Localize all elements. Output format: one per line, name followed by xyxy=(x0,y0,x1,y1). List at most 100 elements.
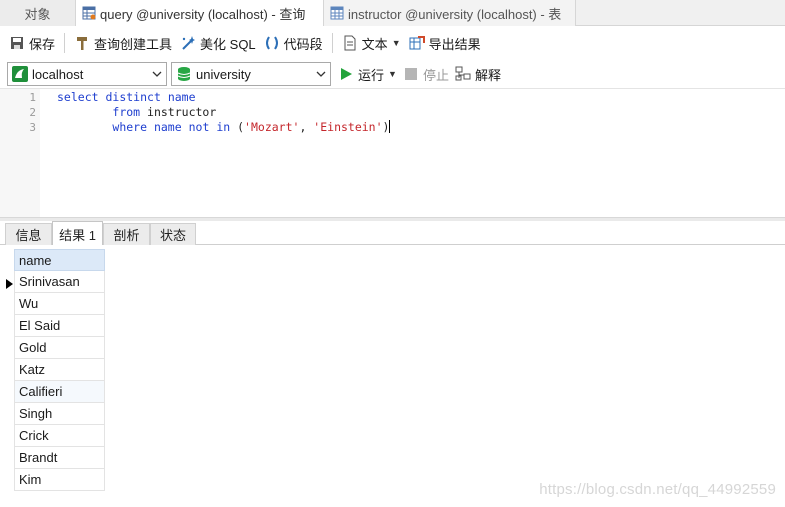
connection-select[interactable]: localhost xyxy=(7,62,167,86)
table-row[interactable]: Kim xyxy=(14,469,105,491)
run-label: 运行 xyxy=(358,67,385,83)
tab-table-instructor[interactable]: instructor @university (localhost) - 表 xyxy=(324,0,576,26)
text-menu-button[interactable]: 文本 ▼ xyxy=(338,31,405,55)
parentheses-icon xyxy=(265,36,278,50)
table-icon xyxy=(330,6,344,20)
cell-name: El Said xyxy=(19,318,61,333)
table-row[interactable]: Singh xyxy=(14,403,105,425)
magic-wand-icon xyxy=(182,36,196,50)
sql-identifier: name xyxy=(153,120,182,134)
chevron-down-icon: ▼ xyxy=(388,69,397,79)
code-snippet-button[interactable]: 代码段 xyxy=(260,31,327,55)
connection-toolbar: localhost university 运行 ▼ 停止 解释 xyxy=(0,59,785,89)
tab-profile[interactable]: 剖析 xyxy=(103,223,150,245)
tab-status-label: 状态 xyxy=(159,228,186,243)
cell-name: Califieri xyxy=(19,384,63,399)
sql-punct: , xyxy=(299,120,314,134)
sql-editor[interactable]: 1 2 3 select distinct name from instruct… xyxy=(0,89,785,217)
code-line-1: select distinct name xyxy=(57,90,196,105)
save-button[interactable]: 保存 xyxy=(5,31,59,55)
result-tab-bar: 信息 剖析 状态 结果 1 xyxy=(0,221,785,246)
line-number-gutter: 1 2 3 xyxy=(0,89,40,217)
document-icon xyxy=(344,35,356,51)
cell-name: Srinivasan xyxy=(19,274,80,289)
chevron-down-icon xyxy=(152,71,162,77)
export-results-button[interactable]: 导出结果 xyxy=(405,31,485,55)
database-select[interactable]: university xyxy=(171,62,331,86)
toolbar-divider xyxy=(331,33,333,53)
tab-table-label: instructor @university (localhost) - 表 xyxy=(348,6,562,22)
tab-query[interactable]: query @university (localhost) - 查询 xyxy=(76,0,324,26)
cell-name: Brandt xyxy=(19,450,58,465)
table-row[interactable]: Brandt xyxy=(14,447,105,469)
stop-label: 停止 xyxy=(423,67,450,83)
query-icon xyxy=(82,6,96,20)
tab-objects[interactable]: 对象 xyxy=(0,0,76,26)
run-button[interactable]: 运行 ▼ xyxy=(339,63,397,85)
database-value: university xyxy=(196,66,251,82)
result-grid: name Srinivasan Wu El Said Gold Katz Cal… xyxy=(0,245,785,507)
sql-keyword: in xyxy=(216,120,231,134)
code-line-2: from instructor xyxy=(57,105,216,120)
table-row[interactable]: Srinivasan xyxy=(14,271,105,293)
sql-keyword: distinct xyxy=(105,90,161,104)
sql-keyword: where xyxy=(112,120,148,134)
table-row[interactable]: Wu xyxy=(14,293,105,315)
tab-result-1-label: 结果 1 xyxy=(59,227,96,243)
text-menu-label: 文本 xyxy=(361,36,388,52)
cell-name: Crick xyxy=(19,428,49,443)
tab-result-1[interactable]: 结果 1 xyxy=(52,221,103,246)
tab-query-label: query @university (localhost) - 查询 xyxy=(100,6,306,22)
beautify-sql-button[interactable]: 美化 SQL xyxy=(176,31,260,55)
table-row[interactable]: Califieri xyxy=(14,381,105,403)
export-icon xyxy=(409,36,425,50)
connection-value: localhost xyxy=(32,66,84,82)
hammer-icon xyxy=(77,37,88,50)
sql-keyword: select xyxy=(57,90,99,104)
column-header-name[interactable]: name xyxy=(14,249,105,271)
query-builder-label: 查询创建工具 xyxy=(94,36,173,52)
column-header-label: name xyxy=(19,252,52,268)
play-icon xyxy=(341,68,352,80)
editor-toolbar: 保存 查询创建工具 美化 SQL 代码段 文本 ▼ 导出结果 xyxy=(0,27,785,59)
sql-string: 'Mozart' xyxy=(244,120,300,134)
cell-name: Singh xyxy=(19,406,53,421)
line-number: 1 xyxy=(29,91,36,104)
text-cursor xyxy=(389,120,391,133)
stop-icon xyxy=(405,68,417,80)
sql-keyword: not xyxy=(188,120,210,134)
query-builder-button[interactable]: 查询创建工具 xyxy=(70,31,176,55)
sql-keyword: from xyxy=(112,105,141,119)
table-row[interactable]: El Said xyxy=(14,315,105,337)
sql-string: 'Einstein' xyxy=(313,120,383,134)
connection-icon xyxy=(12,66,28,82)
tab-objects-label: 对象 xyxy=(24,6,51,22)
beautify-sql-label: 美化 SQL xyxy=(200,36,256,52)
sql-punct: ( xyxy=(237,120,245,134)
toolbar-divider xyxy=(64,33,66,53)
explain-label: 解释 xyxy=(475,67,502,83)
line-number: 3 xyxy=(29,121,36,134)
table-row[interactable]: Crick xyxy=(14,425,105,447)
tab-info-label: 信息 xyxy=(15,228,42,243)
tab-profile-label: 剖析 xyxy=(113,228,140,243)
stop-button[interactable]: 停止 xyxy=(405,63,449,85)
chevron-down-icon: ▼ xyxy=(391,38,401,48)
tab-info[interactable]: 信息 xyxy=(5,223,52,245)
table-row[interactable]: Katz xyxy=(14,359,105,381)
sql-identifier: instructor xyxy=(147,105,217,119)
document-tab-bar: 对象 query @university (localhost) - 查询 in… xyxy=(0,0,785,26)
explain-button[interactable]: 解释 xyxy=(455,63,501,85)
save-label: 保存 xyxy=(29,36,56,52)
tab-status[interactable]: 状态 xyxy=(150,223,196,245)
table-row[interactable]: Gold xyxy=(14,337,105,359)
code-line-3: where name not in ('Mozart', 'Einstein') xyxy=(57,120,391,135)
cell-name: Kim xyxy=(19,472,42,487)
export-results-label: 导出结果 xyxy=(428,36,481,52)
current-row-indicator-icon xyxy=(6,273,14,295)
sql-punct: ) xyxy=(382,120,390,134)
watermark-text: https://blog.csdn.net/qq_44992559 xyxy=(539,481,776,498)
explain-icon xyxy=(455,66,471,81)
chevron-down-icon xyxy=(316,71,326,77)
database-icon xyxy=(177,67,191,81)
